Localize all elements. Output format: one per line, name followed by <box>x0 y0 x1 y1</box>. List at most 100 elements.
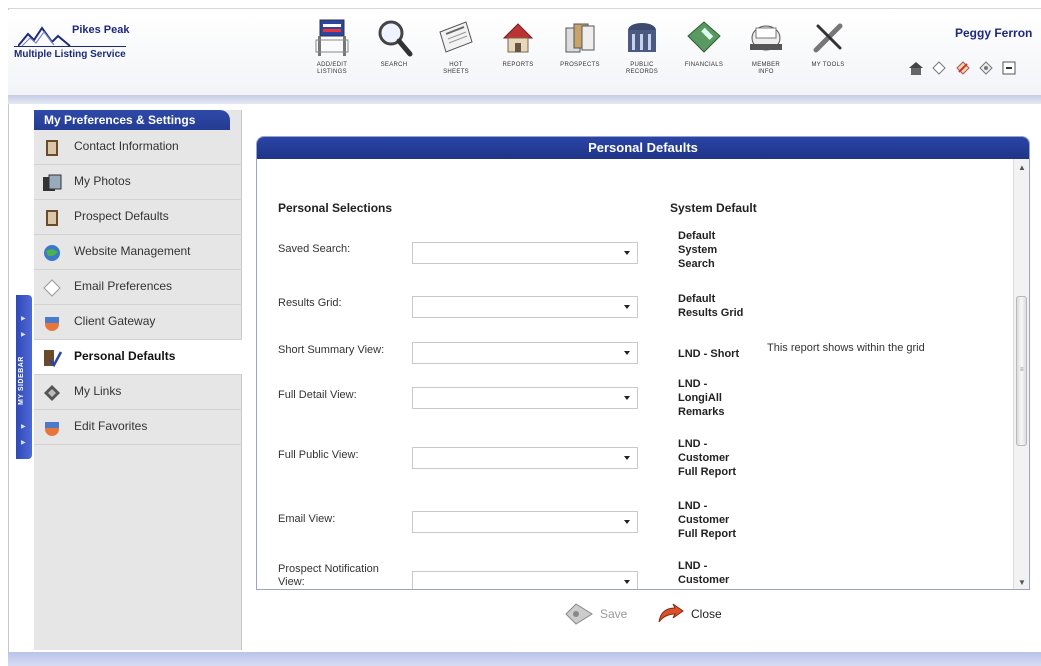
short-summary-view-select[interactable] <box>412 342 638 364</box>
tool-member-info[interactable]: MEMBER INFO <box>734 16 798 88</box>
main-toolbar: ADD/EDIT LISTINGS SEARCH HOT SHEETS REPO… <box>300 16 860 88</box>
building-icon <box>628 23 656 52</box>
system-default-value: Default Results Grid <box>678 293 744 319</box>
tool-label: FINANCIALS <box>684 62 724 68</box>
home-icon[interactable] <box>908 60 924 76</box>
sidebar-item-personal-defaults[interactable]: Personal Defaults <box>34 340 242 375</box>
full-detail-view-select[interactable] <box>412 387 638 409</box>
minimize-icon[interactable] <box>1001 60 1017 76</box>
quick-icons <box>908 60 1021 76</box>
address-book-icon <box>46 140 58 156</box>
gateway-icon <box>45 317 59 331</box>
tool-reports[interactable]: REPORTS <box>486 16 550 88</box>
setting-label: Saved Search: <box>278 243 351 255</box>
tag-icon[interactable] <box>931 60 947 76</box>
scrollbar-thumb[interactable]: ≡ <box>1016 296 1027 446</box>
email-view-select[interactable] <box>412 511 638 533</box>
files-icon <box>565 23 595 53</box>
listing-sign-icon <box>315 19 349 56</box>
tool-label: REPORTS <box>502 62 534 68</box>
tool-my-tools[interactable]: MY TOOLS <box>796 16 860 88</box>
sidebar-item-label: Contact Information <box>74 139 179 153</box>
chevron-down-icon <box>624 456 630 460</box>
wrench-icon <box>813 23 843 53</box>
system-default-value: LND - Customer Full Report <box>678 560 736 589</box>
sidebar-item-prospect-defaults[interactable]: Prospect Defaults <box>34 200 242 235</box>
chevron-down-icon <box>624 580 630 584</box>
sidebar-item-label: My Links <box>74 384 122 398</box>
tool-search[interactable]: SEARCH <box>362 16 426 88</box>
sidebar-item-email-preferences[interactable]: Email Preferences <box>34 270 242 305</box>
sidebar-item-my-photos[interactable]: My Photos <box>34 165 242 200</box>
settings-scroll-area: Personal Selections System Default Saved… <box>257 159 1013 589</box>
results-grid-select[interactable] <box>412 296 638 318</box>
vertical-scrollbar[interactable]: ▲ ≡ ▼ <box>1013 159 1029 589</box>
tool-financials[interactable]: FINANCIALS <box>672 16 736 88</box>
tool-public-records[interactable]: PUBLIC RECORDS <box>610 16 674 88</box>
setting-label: Prospect Notification View: <box>278 563 379 588</box>
sidebar-item-edit-favorites[interactable]: Edit Favorites <box>34 410 242 445</box>
mls-logo[interactable]: Pikes Peak Multiple Listing Service <box>12 24 142 68</box>
check-icon <box>44 350 62 368</box>
links-icon <box>44 385 60 401</box>
sidebar-strip-label: MY SIDEBAR <box>18 356 25 405</box>
address-book-icon <box>46 210 58 226</box>
prospect-notification-view-select[interactable] <box>412 571 638 589</box>
magnifier-icon <box>378 20 413 57</box>
full-public-view-select[interactable] <box>412 447 638 469</box>
sidebar-item-contact-information[interactable]: Contact Information <box>34 130 242 165</box>
sidebar-item-label: Prospect Defaults <box>74 209 169 223</box>
footer-bar <box>8 652 1041 666</box>
tool-label: PROSPECTS <box>560 62 600 68</box>
personal-defaults-panel: Personal Defaults Personal Selections Sy… <box>256 136 1030 590</box>
close-button[interactable]: Close <box>655 602 725 626</box>
header-divider <box>8 96 1041 104</box>
system-default-value: LND - Customer Full Report <box>678 438 737 478</box>
setting-label: Email View: <box>278 513 336 525</box>
tool-label: MY TOOLS <box>811 62 845 68</box>
scroll-down-icon[interactable]: ▼ <box>1018 578 1026 587</box>
my-sidebar-toggle[interactable]: ▶ ▶ MY SIDEBAR ▶ ▶ <box>16 295 32 459</box>
chevron-right-icon: ▶ <box>21 316 26 322</box>
setting-label: Full Public View: <box>278 449 359 461</box>
tag-edit-icon[interactable] <box>955 60 971 76</box>
tool-label: SEARCH <box>380 62 408 68</box>
sidebar-item-client-gateway[interactable]: Client Gateway <box>34 305 242 340</box>
close-icon <box>658 603 684 623</box>
tool-prospects[interactable]: PROSPECTS <box>548 16 612 88</box>
sidebar-item-my-links[interactable]: My Links <box>34 375 242 410</box>
tool-hot-sheets[interactable]: HOT SHEETS <box>424 16 488 88</box>
favorites-icon <box>45 422 59 436</box>
logo-title: Pikes Peak <box>72 24 130 36</box>
saved-search-select[interactable] <box>412 242 638 264</box>
tool-label: PUBLIC RECORDS <box>625 62 659 75</box>
globe-icon <box>44 245 60 261</box>
system-default-value: Default System Search <box>678 230 718 270</box>
chevron-down-icon <box>624 305 630 309</box>
save-button[interactable]: Save <box>564 602 634 626</box>
chevron-right-icon: ▶ <box>21 440 26 446</box>
system-default-value: LND - Short <box>678 348 740 360</box>
scroll-up-icon[interactable]: ▲ <box>1018 163 1026 172</box>
calculator-icon <box>687 21 721 53</box>
sidebar-item-label: Edit Favorites <box>74 419 148 433</box>
tool-label: MEMBER INFO <box>751 62 781 75</box>
setting-label: Short Summary View: <box>278 344 385 356</box>
photos-icon <box>43 174 62 191</box>
sidebar-item-label: My Photos <box>74 174 131 188</box>
mountain-logo-icon <box>18 26 71 47</box>
system-default-value: LND - Customer Full Report <box>678 500 737 540</box>
personal-selections-header: Personal Selections <box>278 201 393 215</box>
chevron-down-icon <box>624 351 630 355</box>
sidebar-item-label: Website Management <box>74 244 191 258</box>
preferences-nav: Contact Information My Photos Prospect D… <box>34 130 242 445</box>
sidebar-item-website-management[interactable]: Website Management <box>34 235 242 270</box>
user-name[interactable]: Peggy Ferron <box>955 26 1032 40</box>
chevron-down-icon <box>624 251 630 255</box>
chevron-down-icon <box>624 520 630 524</box>
tool-add-edit-listings[interactable]: ADD/EDIT LISTINGS <box>300 16 364 88</box>
panel-title: Personal Defaults <box>257 137 1029 159</box>
sidebar-item-label: Client Gateway <box>74 314 156 328</box>
tag-alt-icon[interactable] <box>978 60 994 76</box>
envelope-icon <box>43 279 61 297</box>
